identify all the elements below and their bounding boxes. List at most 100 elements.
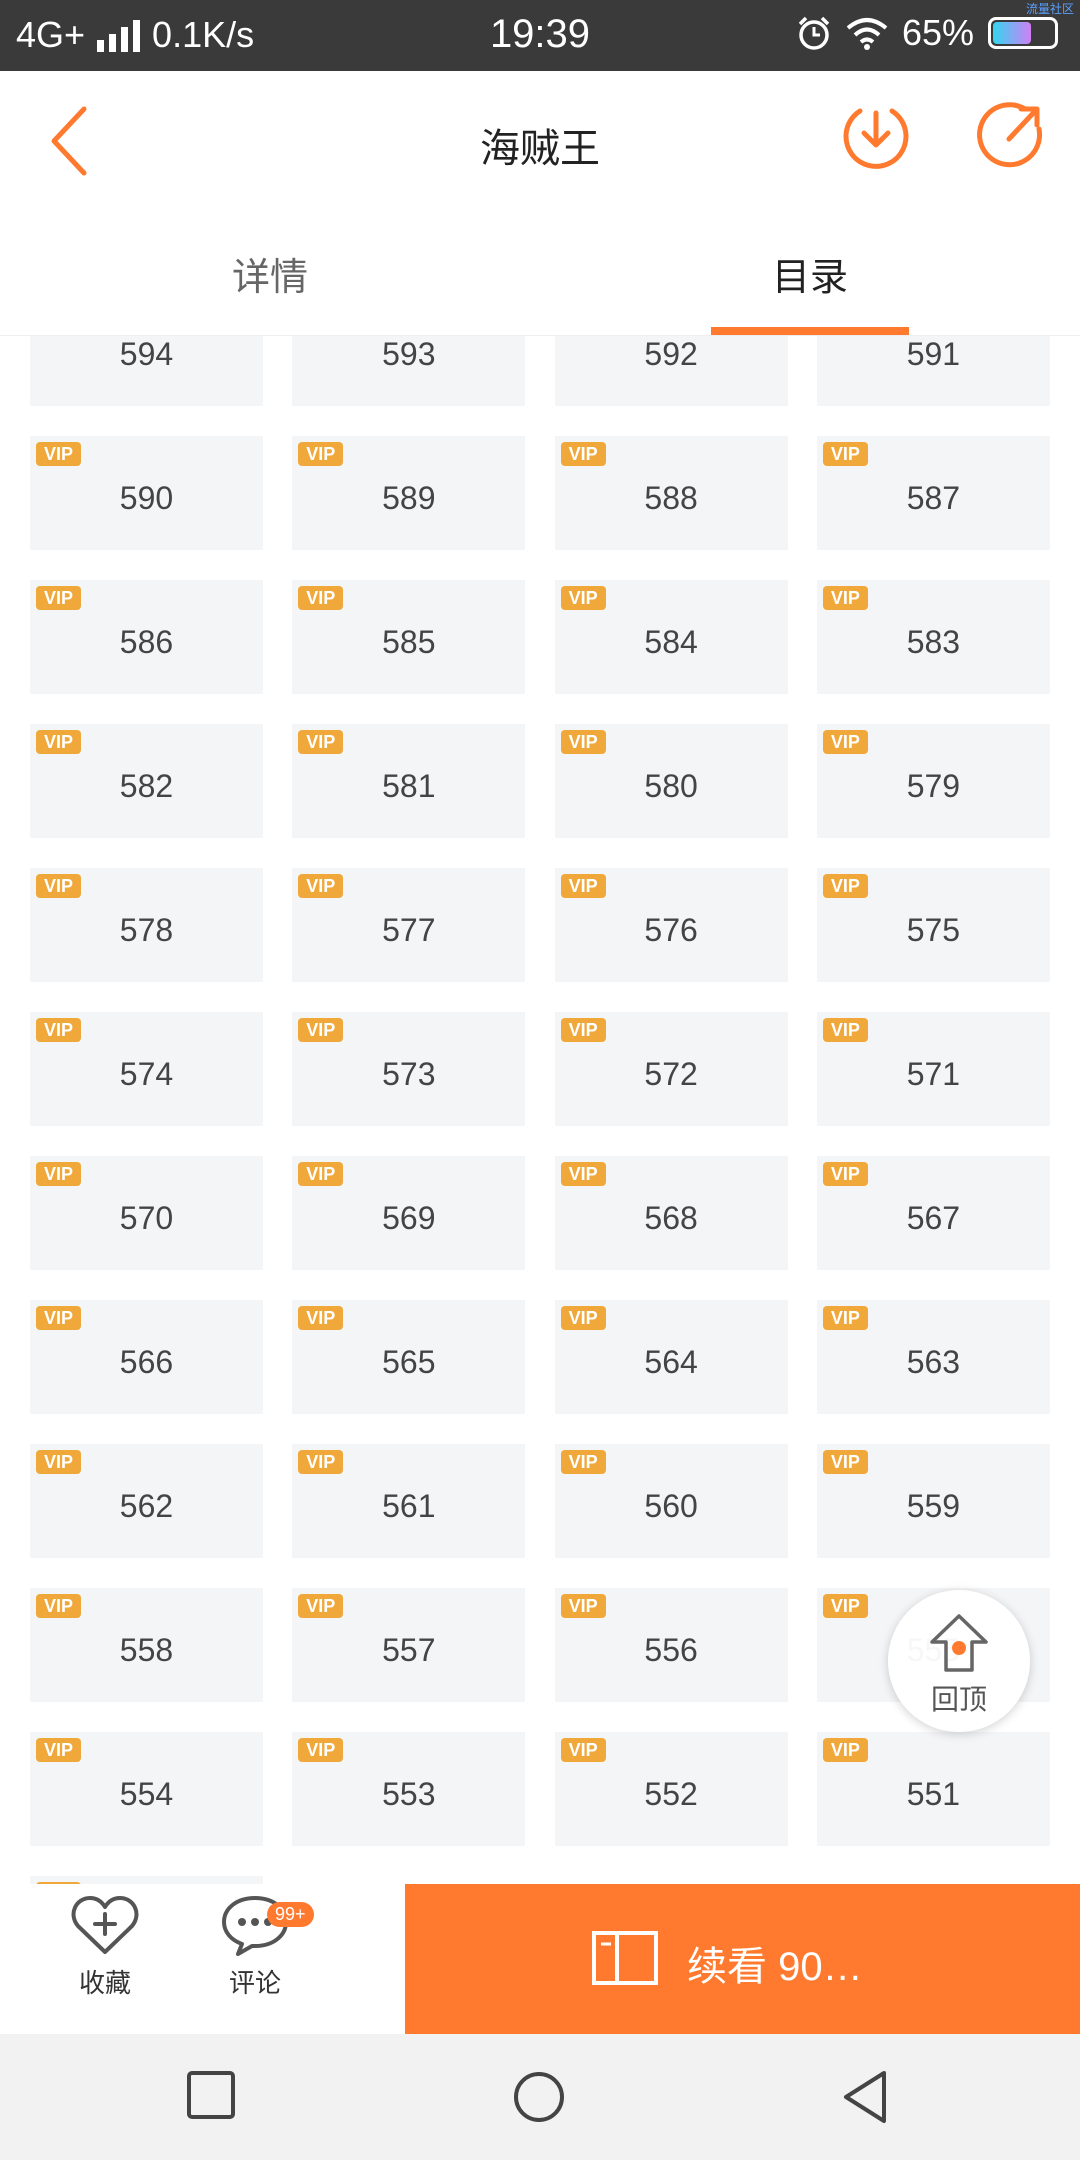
chapter-cell[interactable]: VIP 586 <box>30 580 263 694</box>
chapter-number: 575 <box>906 912 961 948</box>
chapter-number: 594 <box>119 336 174 372</box>
chapter-cell[interactable]: VIP 558 <box>30 1588 263 1702</box>
vip-badge: VIP <box>560 1162 606 1186</box>
vip-badge: VIP <box>560 1594 606 1618</box>
chapter-number: 562 <box>119 1488 174 1524</box>
tab-details[interactable]: 详情 <box>120 246 420 301</box>
tab-catalog[interactable]: 目录 <box>660 246 960 301</box>
chapter-cell[interactable]: VIP 574 <box>30 1012 263 1126</box>
vip-badge: VIP <box>298 586 344 610</box>
chapter-cell[interactable]: VIP 556 <box>554 1588 788 1702</box>
continue-reading-button[interactable]: 续看 90… <box>405 1884 1080 2034</box>
vip-badge: VIP <box>36 1162 82 1186</box>
chapter-cell[interactable]: VIP 590 <box>30 436 263 550</box>
vip-badge: VIP <box>822 442 868 466</box>
app-header: 海贼王 <box>0 71 1080 211</box>
chapter-number: 557 <box>382 1632 436 1668</box>
chapter-cell[interactable]: VIP 567 <box>816 1156 1050 1270</box>
chapter-number: 563 <box>906 1344 961 1380</box>
chapter-cell[interactable]: VIP 568 <box>554 1156 788 1270</box>
vip-badge: VIP <box>822 586 868 610</box>
chapter-cell[interactable]: VIP 561 <box>292 1444 526 1558</box>
vip-badge: VIP <box>822 730 868 754</box>
chapter-cell[interactable]: VIP 582 <box>30 724 263 838</box>
favorite-button[interactable]: 收藏 <box>45 1894 165 2000</box>
vip-badge: VIP <box>822 1306 868 1330</box>
chapter-cell[interactable]: VIP591 <box>816 336 1050 406</box>
vip-badge: VIP <box>822 1450 868 1474</box>
chapter-cell[interactable]: VIP 583 <box>816 580 1050 694</box>
battery-icon <box>988 17 1058 49</box>
chapter-cell[interactable]: VIP 565 <box>292 1300 526 1414</box>
chapter-cell[interactable]: VIP593 <box>292 336 526 406</box>
chapter-cell[interactable]: VIP 579 <box>816 724 1050 838</box>
chapter-cell[interactable]: VIP 563 <box>816 1300 1050 1414</box>
chapter-cell[interactable]: VIP 560 <box>554 1444 788 1558</box>
chapter-cell[interactable]: VIP 573 <box>292 1012 526 1126</box>
chapter-cell[interactable]: VIP 576 <box>554 868 788 982</box>
chapter-number: 566 <box>119 1344 174 1380</box>
chapter-cell[interactable]: VIP 562 <box>30 1444 263 1558</box>
back-nav-icon[interactable] <box>840 2070 890 2124</box>
share-icon[interactable] <box>975 99 1047 171</box>
chapter-cell[interactable]: VIP592 <box>554 336 788 406</box>
chapter-cell[interactable]: VIP 575 <box>816 868 1050 982</box>
vip-badge: VIP <box>560 1738 606 1762</box>
home-icon[interactable] <box>512 2070 566 2124</box>
chapter-cell[interactable]: VIP 584 <box>554 580 788 694</box>
active-tab-indicator <box>711 327 909 335</box>
chapter-number: 572 <box>644 1056 698 1092</box>
chapter-cell[interactable]: VIP 566 <box>30 1300 263 1414</box>
chapter-cell[interactable]: VIP 570 <box>30 1156 263 1270</box>
download-icon[interactable] <box>840 99 912 171</box>
chapter-cell[interactable]: VIP 589 <box>292 436 526 550</box>
chapter-number: 564 <box>644 1344 698 1380</box>
vip-badge: VIP <box>36 874 82 898</box>
vip-badge: VIP <box>298 1018 344 1042</box>
chapter-number: 580 <box>644 768 698 804</box>
chapter-cell[interactable]: VIP 587 <box>816 436 1050 550</box>
continue-reading-label: 续看 90… <box>687 1945 863 1989</box>
battery-percent: 65% <box>901 12 974 53</box>
chapter-cell[interactable]: VIP 559 <box>816 1444 1050 1558</box>
vip-badge: VIP <box>822 1018 868 1042</box>
chapter-cell[interactable]: VIP 571 <box>816 1012 1050 1126</box>
chapter-number: 558 <box>119 1632 174 1668</box>
chapter-cell[interactable]: VIP550 <box>30 1876 263 1884</box>
chapter-number: 553 <box>382 1776 436 1812</box>
comment-button[interactable]: 评论 99+ <box>195 1894 315 2000</box>
vip-badge: VIP <box>298 1594 344 1618</box>
chapter-number: 588 <box>644 480 698 516</box>
chapter-cell[interactable]: VIP 585 <box>292 580 526 694</box>
chapter-cell[interactable]: VIP 564 <box>554 1300 788 1414</box>
back-to-top-button[interactable]: 回顶 <box>888 1590 1030 1732</box>
vip-badge: VIP <box>822 1594 868 1618</box>
vip-badge: VIP <box>36 1450 82 1474</box>
chapter-cell[interactable]: VIP 578 <box>30 868 263 982</box>
chapter-cell[interactable]: VIP 588 <box>554 436 788 550</box>
chapter-cell[interactable]: VIP 554 <box>30 1732 263 1846</box>
vip-badge: VIP <box>36 1594 82 1618</box>
vip-badge: VIP <box>298 1738 344 1762</box>
chapter-cell[interactable]: VIP 569 <box>292 1156 526 1270</box>
chapter-cell[interactable]: VIP 551 <box>816 1732 1050 1846</box>
chapter-number: 552 <box>644 1776 698 1812</box>
vip-badge: VIP <box>560 730 606 754</box>
chapter-cell[interactable]: VIP 577 <box>292 868 526 982</box>
chapter-cell[interactable]: VIP 581 <box>292 724 526 838</box>
chapter-cell[interactable]: VIP 552 <box>554 1732 788 1846</box>
vip-badge: VIP <box>560 442 606 466</box>
chapter-number: 585 <box>382 624 436 660</box>
vip-badge: VIP <box>36 730 82 754</box>
wifi-icon <box>846 18 888 50</box>
chapter-cell[interactable]: VIP 557 <box>292 1588 526 1702</box>
vip-badge: VIP <box>298 1306 344 1330</box>
book-icon <box>592 1931 658 1985</box>
chapter-cell[interactable]: VIP 572 <box>554 1012 788 1126</box>
chapter-cell[interactable]: VIP594 <box>30 336 263 406</box>
chapter-cell[interactable]: VIP 553 <box>292 1732 526 1846</box>
favorite-label: 收藏 <box>78 1968 131 1998</box>
recent-apps-icon[interactable] <box>186 2070 236 2120</box>
chapter-cell[interactable]: VIP 580 <box>554 724 788 838</box>
chapter-number: 573 <box>382 1056 436 1092</box>
